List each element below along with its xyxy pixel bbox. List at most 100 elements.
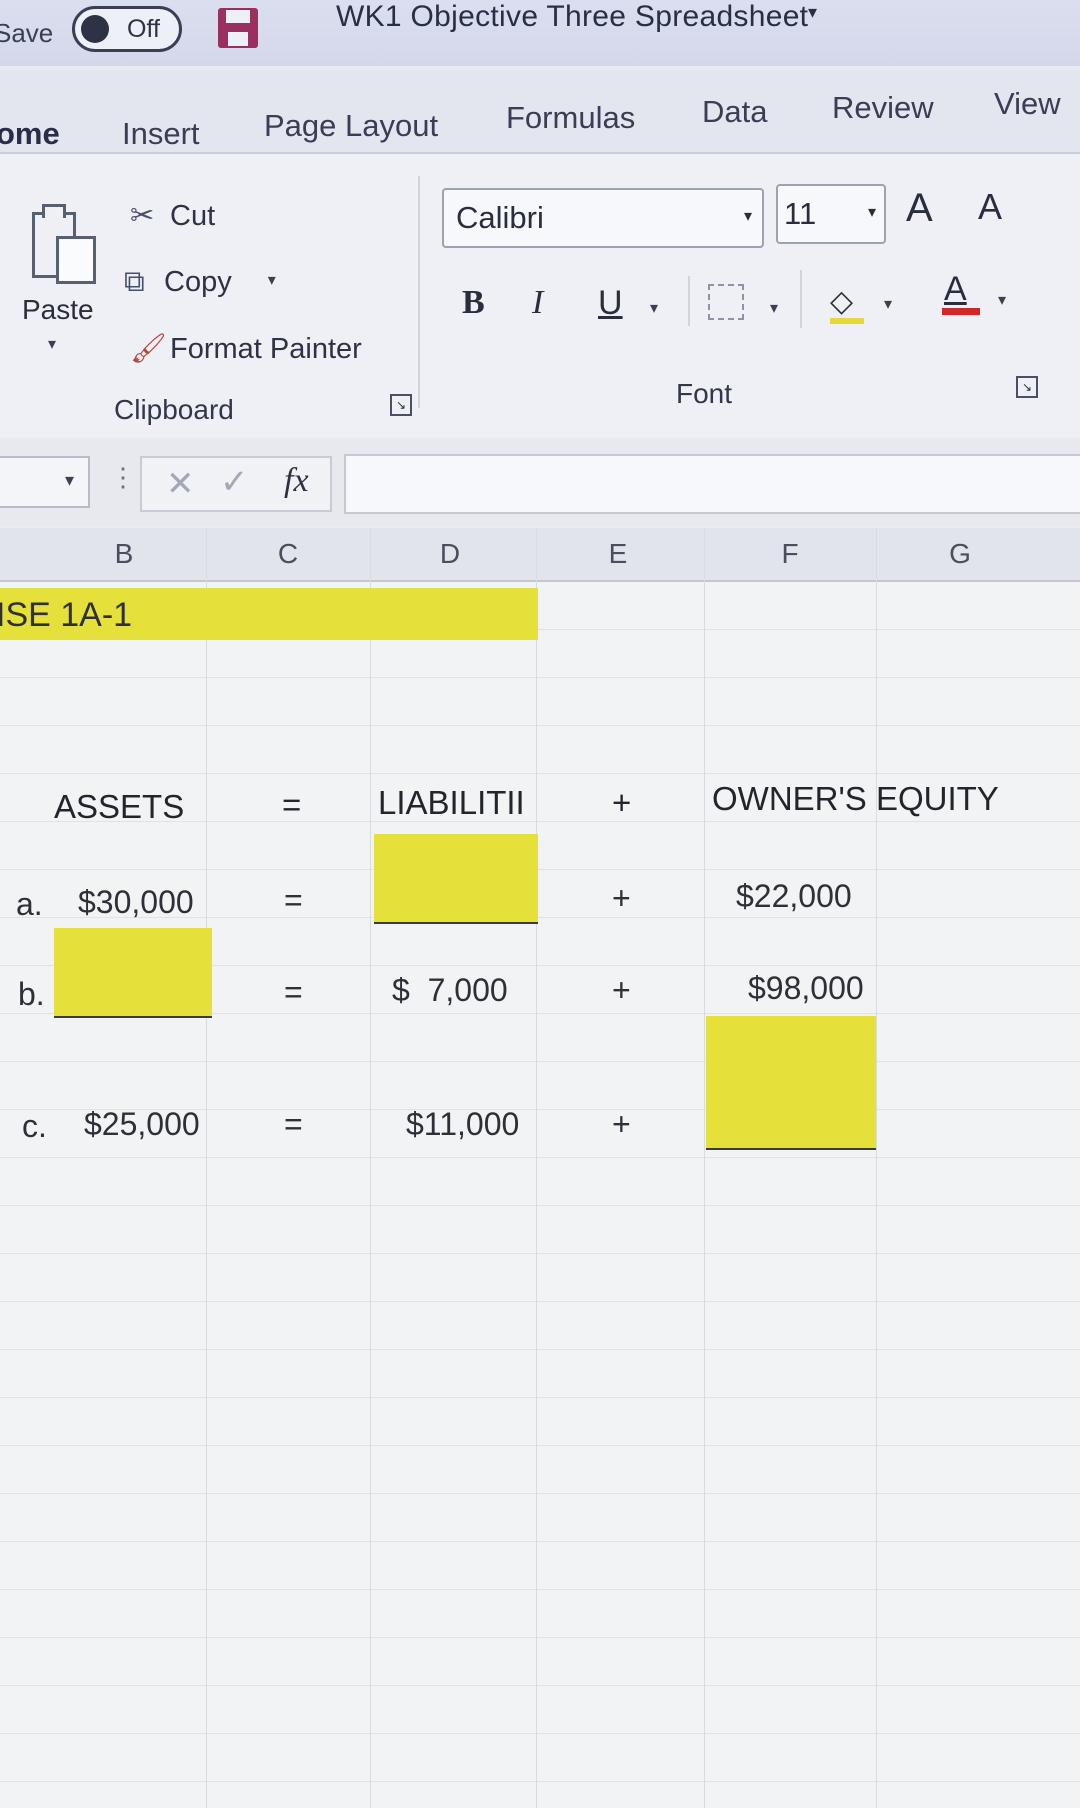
font-size-select[interactable]: 11 ▾ <box>776 184 886 244</box>
bold-button[interactable]: B <box>462 284 485 322</box>
fill-color-swatch <box>830 318 864 324</box>
italic-button[interactable]: I <box>532 284 543 322</box>
copy-chevron-down-icon[interactable]: ▾ <box>268 272 276 289</box>
copy-icon: ⧉ <box>124 266 145 298</box>
font-color-swatch <box>942 308 980 315</box>
fill-color-icon[interactable]: ◇ <box>830 284 853 319</box>
row-b-label[interactable]: b. <box>18 976 45 1013</box>
tab-page-layout[interactable]: Page Layout <box>264 108 438 144</box>
format-painter-button[interactable]: 🖌 Format Painter <box>130 332 362 366</box>
row-b-equals[interactable]: = <box>284 974 303 1011</box>
row-a-equals[interactable]: = <box>284 882 303 919</box>
name-box-chevron-down-icon: ▾ <box>64 470 74 490</box>
row-c-liabilities[interactable]: $11,000 <box>406 1106 519 1143</box>
assets-header[interactable]: ASSETS <box>54 788 184 826</box>
formula-bar: ▾ ⋮ ✕ ✓ fx <box>0 438 1080 526</box>
row-b-assets-answer-cell[interactable] <box>54 928 212 1016</box>
enter-check-icon[interactable]: ✓ <box>220 462 249 502</box>
paintbrush-icon: 🖌 <box>130 333 167 365</box>
document-title[interactable]: WK1 Objective Three Spreadsheet <box>336 0 808 34</box>
column-header-d[interactable]: D <box>430 538 470 570</box>
font-separator <box>800 270 802 328</box>
row-a-assets[interactable]: $30,000 <box>78 884 194 921</box>
row-a-label[interactable]: a. <box>16 886 43 923</box>
underline-chevron-down-icon[interactable]: ▾ <box>650 298 658 318</box>
font-dialog-launcher-icon[interactable]: ↘ <box>1016 376 1038 398</box>
row-b-assets-underline <box>54 1016 212 1018</box>
gridline <box>704 528 705 1808</box>
column-headers: B C D E F G <box>0 528 1080 582</box>
scissors-icon: ✂ <box>130 200 155 232</box>
font-color-button[interactable]: A <box>944 270 967 309</box>
tab-insert[interactable]: Insert <box>122 116 200 152</box>
format-painter-label: Format Painter <box>170 333 362 365</box>
row-b-liabilities[interactable]: $ 7,000 <box>392 972 508 1009</box>
fill-color-chevron-down-icon[interactable]: ▾ <box>884 294 892 314</box>
paste-clipboard-icon[interactable] <box>26 202 98 286</box>
tab-formulas[interactable]: Formulas <box>506 100 635 136</box>
tab-data[interactable]: Data <box>702 94 767 130</box>
row-a-liabilities-answer-cell[interactable] <box>374 834 538 922</box>
column-header-f[interactable]: F <box>770 538 810 570</box>
row-c-equity-answer-cell[interactable] <box>706 1016 876 1148</box>
font-size-chevron-down-icon: ▾ <box>867 204 876 221</box>
column-header-c[interactable]: C <box>268 538 308 570</box>
row-c-equity-underline <box>706 1148 876 1150</box>
ribbon-tabs: ome Insert Page Layout Formulas Data Rev… <box>0 70 1080 160</box>
exercise-title[interactable]: ISE 1A-1 <box>0 596 132 635</box>
ribbon-separator <box>418 176 420 408</box>
row-c-label[interactable]: c. <box>22 1108 47 1145</box>
toggle-state-label: Off <box>127 15 160 43</box>
tab-view[interactable]: View <box>994 86 1061 122</box>
paste-chevron-down-icon[interactable]: ▾ <box>48 334 56 354</box>
toggle-knob-icon <box>81 15 109 43</box>
owners-equity-header[interactable]: OWNER'S EQUITY <box>712 780 999 818</box>
borders-icon[interactable] <box>708 284 744 320</box>
row-a-liabilities-underline <box>374 922 538 924</box>
font-size-value: 11 <box>784 196 817 231</box>
font-color-chevron-down-icon[interactable]: ▾ <box>998 290 1006 310</box>
borders-chevron-down-icon[interactable]: ▾ <box>770 298 778 318</box>
column-header-b[interactable]: B <box>104 538 144 570</box>
save-disk-icon[interactable] <box>218 8 258 48</box>
font-separator <box>688 276 690 326</box>
font-family-select[interactable]: Calibri ▾ <box>442 188 764 248</box>
font-group-label: Font <box>676 378 733 409</box>
cut-button[interactable]: ✂ Cut <box>130 198 215 233</box>
liabilities-header[interactable]: LIABILITII <box>378 784 525 822</box>
row-a-plus[interactable]: + <box>612 880 631 917</box>
paste-button[interactable]: Paste <box>22 294 94 326</box>
column-header-e[interactable]: E <box>598 538 638 570</box>
name-box[interactable]: ▾ <box>0 456 90 508</box>
clipboard-dialog-launcher-icon[interactable]: ↘ <box>390 394 412 416</box>
copy-button[interactable]: ⧉ Copy ▾ <box>124 266 276 299</box>
row-b-plus[interactable]: + <box>612 972 631 1009</box>
header-equals-sign[interactable]: = <box>282 786 301 824</box>
clipboard-group-label: Clipboard <box>114 394 234 425</box>
font-family-chevron-down-icon: ▾ <box>743 208 752 225</box>
row-c-plus[interactable]: + <box>612 1106 631 1143</box>
insert-function-button[interactable]: fx <box>284 462 309 500</box>
gridline <box>876 528 877 1808</box>
row-c-equals[interactable]: = <box>284 1106 303 1143</box>
row-a-equity[interactable]: $22,000 <box>736 878 852 915</box>
column-header-g[interactable]: G <box>940 538 980 570</box>
font-family-value: Calibri <box>456 200 544 235</box>
formula-bar-grip-icon[interactable]: ⋮ <box>110 462 136 493</box>
gridline <box>206 528 207 1808</box>
header-plus-sign[interactable]: + <box>612 784 631 822</box>
gridline <box>536 528 537 1808</box>
increase-font-size-button[interactable]: A <box>906 186 933 231</box>
formula-input[interactable] <box>344 454 1080 514</box>
cancel-icon[interactable]: ✕ <box>166 464 195 504</box>
tab-review[interactable]: Review <box>832 90 934 126</box>
autosave-toggle[interactable]: Off <box>72 6 182 52</box>
row-c-assets[interactable]: $25,000 <box>84 1106 200 1143</box>
autosave-label: Save <box>0 18 54 48</box>
row-b-equity[interactable]: $98,000 <box>748 970 864 1007</box>
copy-label: Copy <box>164 266 232 298</box>
worksheet-grid[interactable] <box>0 582 1080 1808</box>
underline-button[interactable]: U <box>598 284 623 323</box>
title-chevron-down-icon[interactable]: ▾ <box>808 2 817 23</box>
decrease-font-size-button[interactable]: A <box>978 186 1002 228</box>
